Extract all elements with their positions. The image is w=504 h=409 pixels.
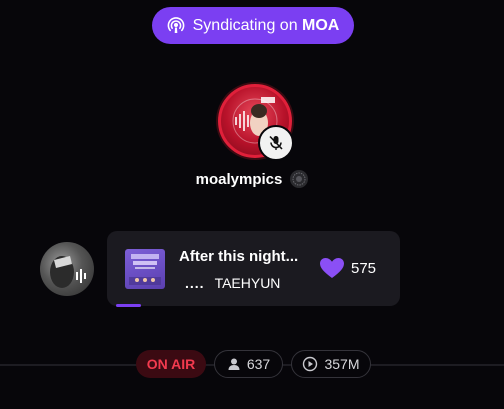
listeners-count-pill[interactable]: 637 xyxy=(214,350,283,378)
song-title: After this night... xyxy=(179,248,299,265)
plays-count-pill[interactable]: 357M xyxy=(291,350,371,378)
podcast-broadcast-icon xyxy=(167,16,185,35)
mic-off-icon[interactable] xyxy=(258,125,294,161)
artist-name: TAEHYUN xyxy=(214,275,281,291)
verified-badge-icon xyxy=(290,170,309,188)
live-room-screen: Syndicating on MOA moalympics After this… xyxy=(0,0,504,409)
host-name[interactable]: moalympics xyxy=(196,171,283,188)
play-circle-icon xyxy=(303,356,318,372)
plays-count: 357M xyxy=(324,356,360,372)
host-avatar-container[interactable] xyxy=(218,84,294,161)
now-playing-card[interactable]: After this night... .... TAEHYUN 575 xyxy=(107,231,400,307)
like-count: 575 xyxy=(351,259,377,277)
listeners-count: 637 xyxy=(246,356,271,372)
artist-row: .... TAEHYUN xyxy=(185,275,280,291)
syndicating-label: Syndicating on MOA xyxy=(192,16,340,34)
host-name-row: moalympics xyxy=(0,170,504,188)
on-air-badge: ON AIR xyxy=(136,350,206,378)
sound-wave-icon xyxy=(76,269,86,283)
playing-indicator: .... xyxy=(185,275,205,291)
album-art xyxy=(125,249,165,289)
person-icon xyxy=(228,358,240,370)
like-button[interactable]: 575 xyxy=(319,257,376,279)
listener-avatar[interactable] xyxy=(40,242,94,296)
syndicating-button[interactable]: Syndicating on MOA xyxy=(152,7,354,44)
playback-progress xyxy=(116,304,141,307)
heart-icon xyxy=(320,258,344,278)
